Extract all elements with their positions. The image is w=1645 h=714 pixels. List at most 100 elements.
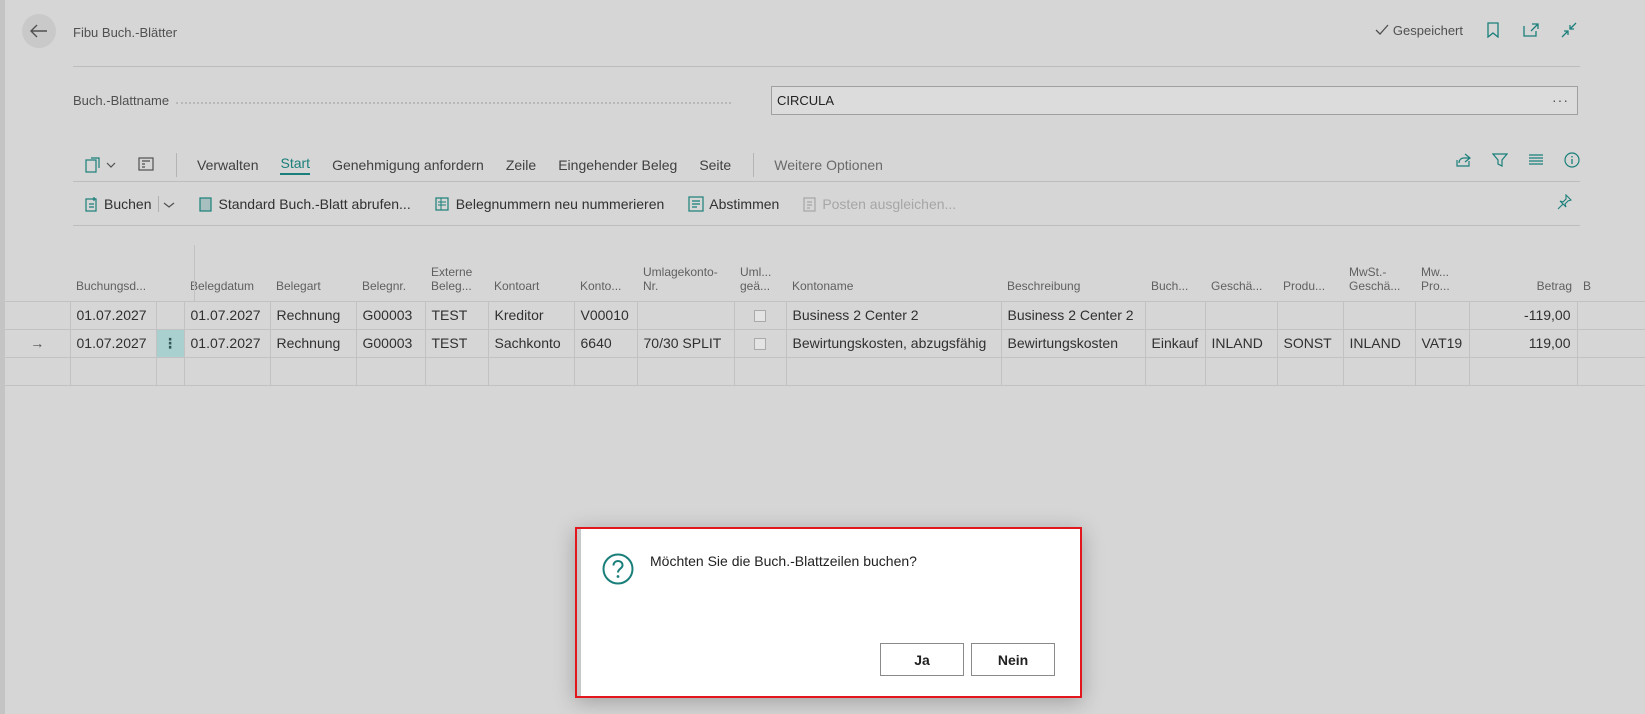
cell-amount[interactable]: -119,00 bbox=[1468, 300, 1578, 330]
pin-icon[interactable] bbox=[1556, 193, 1573, 213]
filter-icon[interactable] bbox=[1491, 152, 1509, 171]
get-standard-journal-button[interactable]: Standard Buch.-Blatt abrufen... bbox=[199, 196, 411, 212]
cell-bus-posting-group[interactable]: INLAND bbox=[1204, 328, 1278, 358]
journal-name-input[interactable]: CIRCULA ··· bbox=[771, 86, 1578, 115]
cell-empty[interactable] bbox=[1000, 356, 1146, 386]
cell-external-doc[interactable]: TEST bbox=[424, 328, 489, 358]
col-allocation-account[interactable]: Umlagekonto-Nr. bbox=[637, 244, 734, 302]
cell-b[interactable] bbox=[1576, 300, 1645, 330]
col-prod-posting-group[interactable]: Produ... bbox=[1277, 244, 1343, 302]
cell-description[interactable]: Business 2 Center 2 bbox=[1000, 300, 1146, 330]
cell-empty[interactable] bbox=[424, 356, 489, 386]
col-vat-bus-posting[interactable]: MwSt.-Geschä... bbox=[1343, 244, 1415, 302]
share-icon[interactable] bbox=[1456, 152, 1472, 171]
cell-empty[interactable] bbox=[269, 356, 357, 386]
cell-empty[interactable] bbox=[69, 356, 157, 386]
cell-account-name[interactable]: Bewirtungskosten, abzugsfähig bbox=[785, 328, 1002, 358]
cell-posting-type[interactable]: Einkauf bbox=[1144, 328, 1206, 358]
cell-account-no[interactable]: V00010 bbox=[573, 300, 638, 330]
col-vat-prod-posting[interactable]: Mw... Pro... bbox=[1415, 244, 1469, 302]
cell-document-no[interactable]: G00003 bbox=[355, 328, 426, 358]
cell-empty[interactable] bbox=[636, 356, 735, 386]
col-posting-type[interactable]: Buch... bbox=[1145, 244, 1205, 302]
cell-account-type[interactable]: Kreditor bbox=[487, 300, 575, 330]
cell-document-date[interactable]: 01.07.2027 bbox=[183, 300, 271, 330]
col-posting-date[interactable]: Buchungsd... bbox=[70, 244, 156, 302]
cell-empty[interactable] bbox=[1204, 356, 1278, 386]
cell-vat-prod-posting[interactable]: VAT19 bbox=[1414, 328, 1470, 358]
cell-empty[interactable] bbox=[1276, 356, 1344, 386]
cell-empty[interactable] bbox=[487, 356, 575, 386]
cell-description[interactable]: Bewirtungskosten bbox=[1000, 328, 1146, 358]
table-row[interactable]: → 01.07.2027 ⋮ 01.07.2027 Rechnung G0000… bbox=[5, 328, 1645, 358]
back-button[interactable] bbox=[22, 14, 56, 48]
cell-posting-type[interactable] bbox=[1144, 300, 1206, 330]
tab-verwalten[interactable]: Verwalten bbox=[197, 157, 258, 173]
col-account-name[interactable]: Kontoname bbox=[786, 244, 1001, 302]
cell-amount[interactable]: 119,00 bbox=[1468, 328, 1578, 358]
tab-seite[interactable]: Seite bbox=[699, 157, 731, 173]
table-row-empty[interactable] bbox=[5, 356, 1645, 386]
new-document-menu[interactable] bbox=[85, 157, 116, 173]
tab-start[interactable]: Start bbox=[280, 155, 311, 175]
cell-empty[interactable] bbox=[355, 356, 426, 386]
col-document-date[interactable]: Belegdatum bbox=[184, 244, 270, 302]
reconcile-button[interactable]: Abstimmen bbox=[688, 196, 779, 212]
cell-empty[interactable] bbox=[1468, 356, 1578, 386]
list-icon[interactable] bbox=[1528, 152, 1544, 171]
col-account-no[interactable]: Konto... bbox=[574, 244, 637, 302]
cell-vat-bus-posting[interactable]: INLAND bbox=[1342, 328, 1416, 358]
cell-account-type[interactable]: Sachkonto bbox=[487, 328, 575, 358]
cell-external-doc[interactable]: TEST bbox=[424, 300, 489, 330]
cell-empty[interactable] bbox=[733, 356, 787, 386]
col-document-no[interactable]: Belegnr. bbox=[356, 244, 425, 302]
post-button[interactable]: Buchen bbox=[85, 196, 175, 212]
cell-account-no[interactable]: 6640 bbox=[573, 328, 638, 358]
col-external-doc[interactable]: Externe Beleg... bbox=[425, 244, 488, 302]
checkbox[interactable] bbox=[754, 338, 766, 351]
list-view-icon[interactable] bbox=[138, 156, 154, 175]
cell-alloc-modified[interactable] bbox=[733, 328, 787, 358]
col-document-type[interactable]: Belegart bbox=[270, 244, 356, 302]
cell-bus-posting-group[interactable] bbox=[1204, 300, 1278, 330]
cell-posting-date[interactable]: 01.07.2027 bbox=[69, 300, 157, 330]
open-new-window-icon[interactable] bbox=[1523, 22, 1539, 38]
cell-allocation-account[interactable] bbox=[636, 300, 735, 330]
tab-eingehender-beleg[interactable]: Eingehender Beleg bbox=[558, 157, 677, 173]
bookmark-icon[interactable] bbox=[1485, 22, 1501, 38]
tab-zeile[interactable]: Zeile bbox=[506, 157, 536, 173]
collapse-icon[interactable] bbox=[1561, 22, 1577, 38]
col-b[interactable]: B bbox=[1577, 244, 1645, 302]
cell-allocation-account[interactable]: 70/30 SPLIT bbox=[636, 328, 735, 358]
chevron-down-icon[interactable] bbox=[158, 196, 175, 212]
col-amount[interactable]: Betrag bbox=[1469, 244, 1577, 302]
checkbox[interactable] bbox=[754, 310, 766, 323]
apply-entries-button[interactable]: Posten ausgleichen... bbox=[803, 196, 956, 212]
cell-prod-posting-group[interactable]: SONST bbox=[1276, 328, 1344, 358]
no-button[interactable]: Nein bbox=[971, 643, 1055, 676]
cell-empty[interactable] bbox=[1342, 356, 1416, 386]
info-icon[interactable] bbox=[1564, 152, 1580, 171]
cell-empty[interactable] bbox=[1414, 356, 1470, 386]
yes-button[interactable]: Ja bbox=[880, 643, 964, 676]
col-alloc-modified[interactable]: Uml... geä... bbox=[734, 244, 786, 302]
row-selector[interactable] bbox=[5, 356, 71, 386]
cell-document-type[interactable]: Rechnung bbox=[269, 328, 357, 358]
cell-document-date[interactable]: 01.07.2027 bbox=[183, 328, 271, 358]
cell-empty[interactable] bbox=[1576, 356, 1645, 386]
col-account-type[interactable]: Kontoart bbox=[488, 244, 574, 302]
cell-empty[interactable] bbox=[573, 356, 638, 386]
cell-row-menu[interactable] bbox=[155, 300, 185, 330]
cell-empty[interactable] bbox=[785, 356, 1002, 386]
cell-posting-date[interactable]: 01.07.2027 bbox=[69, 328, 157, 358]
cell-vat-prod-posting[interactable] bbox=[1414, 300, 1470, 330]
row-menu-button[interactable]: ⋮ bbox=[155, 328, 185, 358]
cell-empty[interactable] bbox=[1144, 356, 1206, 386]
cell-prod-posting-group[interactable] bbox=[1276, 300, 1344, 330]
lookup-button[interactable]: ··· bbox=[1552, 92, 1569, 108]
cell-document-no[interactable]: G00003 bbox=[355, 300, 426, 330]
cell-document-type[interactable]: Rechnung bbox=[269, 300, 357, 330]
cell-alloc-modified[interactable] bbox=[733, 300, 787, 330]
cell-vat-bus-posting[interactable] bbox=[1342, 300, 1416, 330]
col-bus-posting-group[interactable]: Geschä... bbox=[1205, 244, 1277, 302]
